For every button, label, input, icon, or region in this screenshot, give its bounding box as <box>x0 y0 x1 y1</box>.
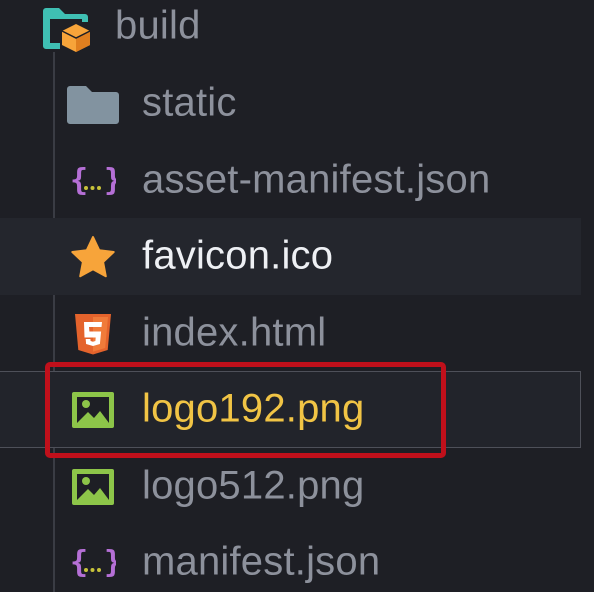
tree-item-label: logo512.png <box>142 463 365 508</box>
tree-item-favicon[interactable]: favicon.ico <box>0 218 581 295</box>
svg-text:}: } <box>104 545 116 580</box>
svg-text:}: } <box>104 163 116 198</box>
tree-item-static-folder[interactable]: static <box>0 65 594 142</box>
tree-item-manifest-json[interactable]: { } manifest.json <box>0 524 594 592</box>
json-file-icon: { } <box>70 545 116 580</box>
tree-item-label: favicon.ico <box>142 233 334 278</box>
tree-item-label: build <box>115 3 201 48</box>
svg-text:{: { <box>70 163 88 198</box>
star-icon <box>71 235 115 277</box>
tree-item-logo512[interactable]: logo512.png <box>0 448 594 525</box>
highlight-annotation-box <box>45 362 446 458</box>
svg-text:{: { <box>70 545 88 580</box>
tree-item-label: manifest.json <box>142 539 381 584</box>
folder-icon <box>67 85 119 124</box>
tree-item-index-html[interactable]: index.html <box>0 295 594 372</box>
html5-icon <box>75 313 111 354</box>
json-file-icon: { } <box>70 163 116 198</box>
tree-item-build-folder[interactable]: build <box>0 0 594 65</box>
tree-item-label: index.html <box>142 310 327 355</box>
tree-item-label: asset-manifest.json <box>142 157 491 202</box>
image-file-icon <box>72 468 114 505</box>
tree-item-asset-manifest[interactable]: { } asset-manifest.json <box>0 142 594 219</box>
file-explorer-tree: build static { } asset-manifest.json fav… <box>0 0 594 592</box>
folder-open-build-icon <box>43 7 91 52</box>
tree-item-label: static <box>142 80 237 125</box>
